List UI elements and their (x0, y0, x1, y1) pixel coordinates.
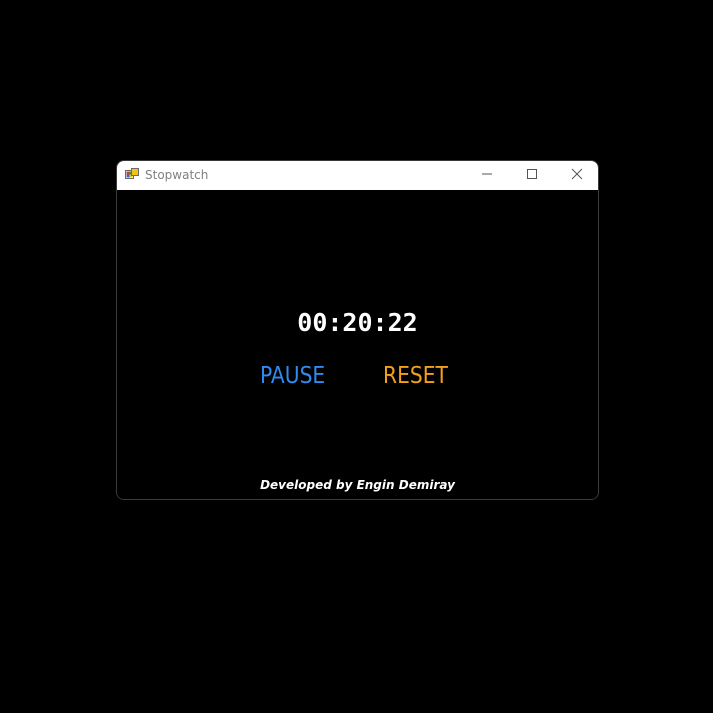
maximize-button[interactable] (509, 161, 555, 190)
app-window-icon (125, 168, 139, 182)
close-icon (571, 167, 583, 185)
minimize-icon (481, 167, 493, 185)
title-bar[interactable]: Stopwatch (117, 161, 598, 190)
time-display: 00:20:22 (297, 308, 418, 337)
window-content: 00:20:22 PAUSE RESET Developed by Engin … (117, 190, 598, 499)
developer-credit: Developed by Engin Demiray (260, 478, 455, 492)
stopwatch-window: Stopwatch 00:20:22 PAUSE RESET Developed… (116, 160, 599, 500)
maximize-icon (526, 167, 538, 185)
window-title: Stopwatch (145, 168, 209, 182)
close-button[interactable] (554, 161, 598, 190)
pause-button[interactable]: PAUSE (260, 363, 325, 389)
reset-button[interactable]: RESET (383, 363, 448, 389)
minimize-button[interactable] (464, 161, 510, 190)
